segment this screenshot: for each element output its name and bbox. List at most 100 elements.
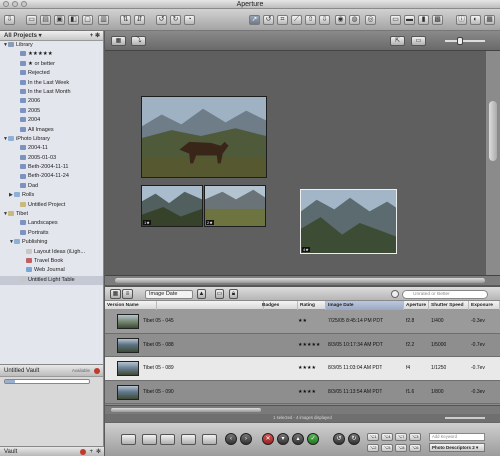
tree-item[interactable]: 2005 [0, 107, 103, 116]
lighttable-add-icon[interactable]: ⤵ [131, 36, 146, 46]
loupe-toggle-icon[interactable]: ◔ [184, 15, 195, 25]
lighttable-photo-selected-mountains[interactable]: 4★ [300, 189, 397, 254]
tree-item[interactable]: 2005-01-03 [0, 154, 103, 163]
column-rating[interactable]: Rating [298, 301, 326, 310]
keyword-key-1[interactable]: ⌥1 [367, 433, 379, 441]
lighttable-photo-valley-2[interactable]: 2★ [204, 185, 266, 227]
new-smart-album-icon[interactable]: ◧ [68, 15, 79, 25]
split-view-icon[interactable] [181, 434, 196, 445]
stamp-tool-icon[interactable]: ⇩ [319, 15, 330, 25]
crop-tool-icon[interactable]: ⌗ [277, 15, 288, 25]
lighttable-photo-valley-1[interactable]: 1★ [141, 185, 203, 227]
lighttable-layout-icon[interactable]: ▦ [111, 36, 126, 46]
vault-action-icon[interactable]: ✻ [96, 447, 101, 456]
spot-patch-tool-icon[interactable]: ◍ [349, 15, 360, 25]
rotate-left-button[interactable]: ↺ [333, 433, 345, 445]
layout-icon[interactable]: ▭ [390, 15, 401, 25]
tree-item[interactable]: In the Last Week [0, 79, 103, 88]
tree-item[interactable]: ▼ Library [0, 41, 103, 50]
tree-item[interactable]: Rejected [0, 69, 103, 78]
rotate-left-icon[interactable]: ↺ [156, 15, 167, 25]
zoom-slider-thumb[interactable] [457, 37, 463, 45]
tree-item[interactable]: ▼ Publishing [0, 238, 103, 247]
projects-header[interactable]: All Projects ▾ + ✻ [0, 31, 103, 41]
thumbnail-size-slider[interactable] [445, 417, 485, 419]
viewer-icon[interactable]: ▮ [418, 15, 429, 25]
column-aperture[interactable]: Aperture [404, 301, 429, 310]
lighttable-canvas[interactable]: 1★ 2★ 4★ [105, 51, 486, 275]
show-all-icon[interactable]: ▭ [411, 36, 426, 46]
column-image-date[interactable]: Image Date [326, 301, 404, 310]
tree-item[interactable]: ★★★★★ [0, 50, 103, 59]
straighten-tool-icon[interactable]: ⟋ [291, 15, 302, 25]
vault-reject-icon[interactable] [80, 449, 87, 455]
tree-item[interactable]: Beth-2004-11-11 [0, 163, 103, 172]
scale-to-fit-icon[interactable]: ⇱ [390, 36, 405, 46]
search-icon[interactable] [391, 290, 399, 298]
increase-rating-button[interactable]: ▴ [292, 433, 304, 445]
sort-direction-icon[interactable]: ▲ [197, 289, 206, 299]
previous-image-button[interactable]: ‹ [225, 433, 237, 445]
import-icon[interactable]: ⇩ [4, 15, 15, 25]
column-badges[interactable]: Badges [260, 301, 298, 310]
tree-item[interactable]: 2004 [0, 116, 103, 125]
keyword-key-7[interactable]: ⌥7 [395, 433, 407, 441]
keyword-key-5[interactable]: ⌥5 [381, 444, 393, 452]
stack-icon[interactable]: ⇅ [120, 15, 131, 25]
table-row[interactable]: Tibet 05 - 045 ★★ 7/25/05 8:45:14 PM PDT f2… [105, 310, 500, 334]
new-folder-icon[interactable]: ▤ [40, 15, 51, 25]
tree-item[interactable]: ▶ Rolls [0, 191, 103, 200]
tree-item[interactable]: Beth-2004-11-24 [0, 172, 103, 181]
inspector-icon[interactable]: ⓘ [456, 15, 467, 25]
next-image-button[interactable]: › [240, 433, 252, 445]
keyword-key-8[interactable]: ⌥8 [395, 444, 407, 452]
keyword-set-select[interactable]: Photo Descriptors 2 ▾ [429, 443, 485, 452]
tree-item[interactable]: All Images [0, 126, 103, 135]
list-view-icon[interactable]: ≡ [122, 289, 133, 299]
lift-tool-icon[interactable]: ⇧ [305, 15, 316, 25]
new-album-icon[interactable]: ▣ [54, 15, 65, 25]
tree-item[interactable]: ▼ Tibet [0, 210, 103, 219]
new-project-icon[interactable]: ▭ [26, 15, 37, 25]
lock-icon[interactable]: 🔒︎ [229, 289, 238, 299]
column-version-name[interactable]: Version Name [105, 301, 157, 310]
keyword-key-2[interactable]: ⌥2 [367, 444, 379, 452]
vault-update-icon[interactable] [94, 368, 100, 374]
tree-item[interactable]: Landscapes [0, 219, 103, 228]
vault-header[interactable]: Untitled Vault Available [0, 365, 103, 377]
projects-panel-actions[interactable]: + ✻ [90, 31, 100, 41]
tree-item[interactable]: Layout Ideas (iLigh... [0, 248, 103, 257]
horizontal-scroll-thumb[interactable] [115, 278, 485, 283]
redeye-tool-icon[interactable]: ◉ [335, 15, 346, 25]
single-view-icon[interactable] [202, 434, 217, 445]
minimize-window-button[interactable] [12, 1, 18, 7]
filmstrip-toggle-icon[interactable]: ▭ [215, 289, 224, 299]
keyword-key-6[interactable]: ⌥6 [409, 444, 421, 452]
select-tool-icon[interactable]: ➚ [249, 15, 260, 25]
tree-item[interactable]: Dad [0, 182, 103, 191]
tree-item[interactable]: 2006 [0, 97, 103, 106]
zoom-window-button[interactable] [21, 1, 27, 7]
keyword-key-4[interactable]: ⌥4 [381, 433, 393, 441]
show-viewer-icon[interactable] [121, 434, 136, 445]
adjustments-icon[interactable]: ◐ [470, 15, 481, 25]
projects-menu-label[interactable]: All Projects [4, 33, 37, 39]
grid-view-icon[interactable]: ▦ [110, 289, 121, 299]
browser-horizontal-scrollbar[interactable] [105, 405, 500, 414]
close-window-button[interactable] [3, 1, 9, 7]
vault-add-icon[interactable]: + [89, 447, 93, 456]
lighttable-horizontal-scrollbar[interactable] [105, 275, 500, 285]
new-light-table-icon[interactable]: ▢ [82, 15, 93, 25]
tree-item[interactable]: In the Last Month [0, 88, 103, 97]
select-button[interactable]: ✓ [307, 433, 319, 445]
metadata-icon[interactable]: ▦ [484, 15, 495, 25]
tree-item[interactable]: Web Journal [0, 266, 103, 275]
lighttable-vertical-scrollbar[interactable] [486, 51, 500, 275]
tree-item[interactable]: Untitled Light Table [0, 275, 103, 286]
unstack-icon[interactable]: ⇵ [134, 15, 145, 25]
new-book-icon[interactable]: ▥ [98, 15, 109, 25]
keyword-key-3[interactable]: ⌥3 [409, 433, 421, 441]
tree-item[interactable]: 2004-11 [0, 144, 103, 153]
search-input[interactable]: Unrated or Better [402, 290, 488, 299]
tree-item[interactable]: Travel Book [0, 257, 103, 266]
